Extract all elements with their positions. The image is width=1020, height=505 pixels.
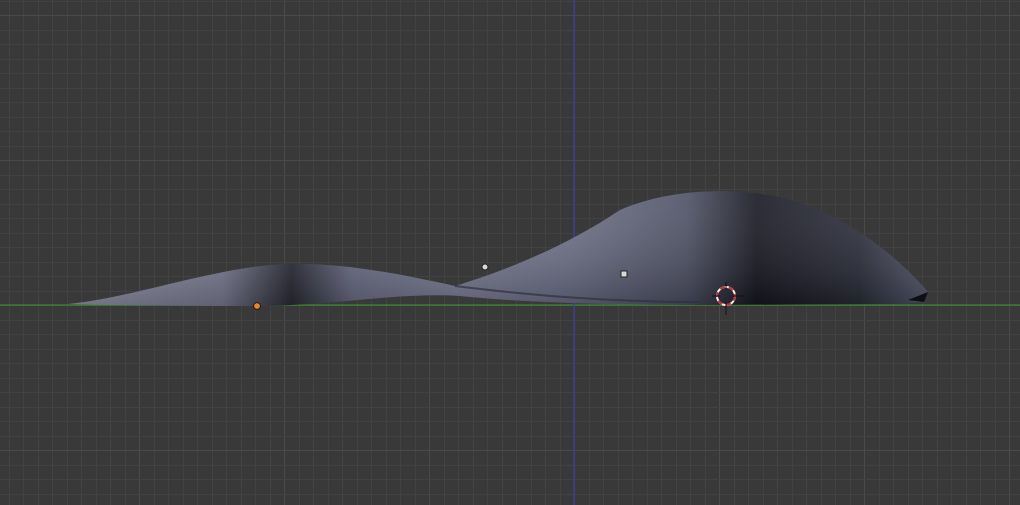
viewport-canvas[interactable] [0, 0, 1020, 505]
3d-viewport[interactable] [0, 0, 1020, 505]
control-point[interactable] [620, 270, 628, 278]
control-point[interactable] [481, 263, 489, 271]
object-origin-point[interactable] [253, 302, 261, 310]
